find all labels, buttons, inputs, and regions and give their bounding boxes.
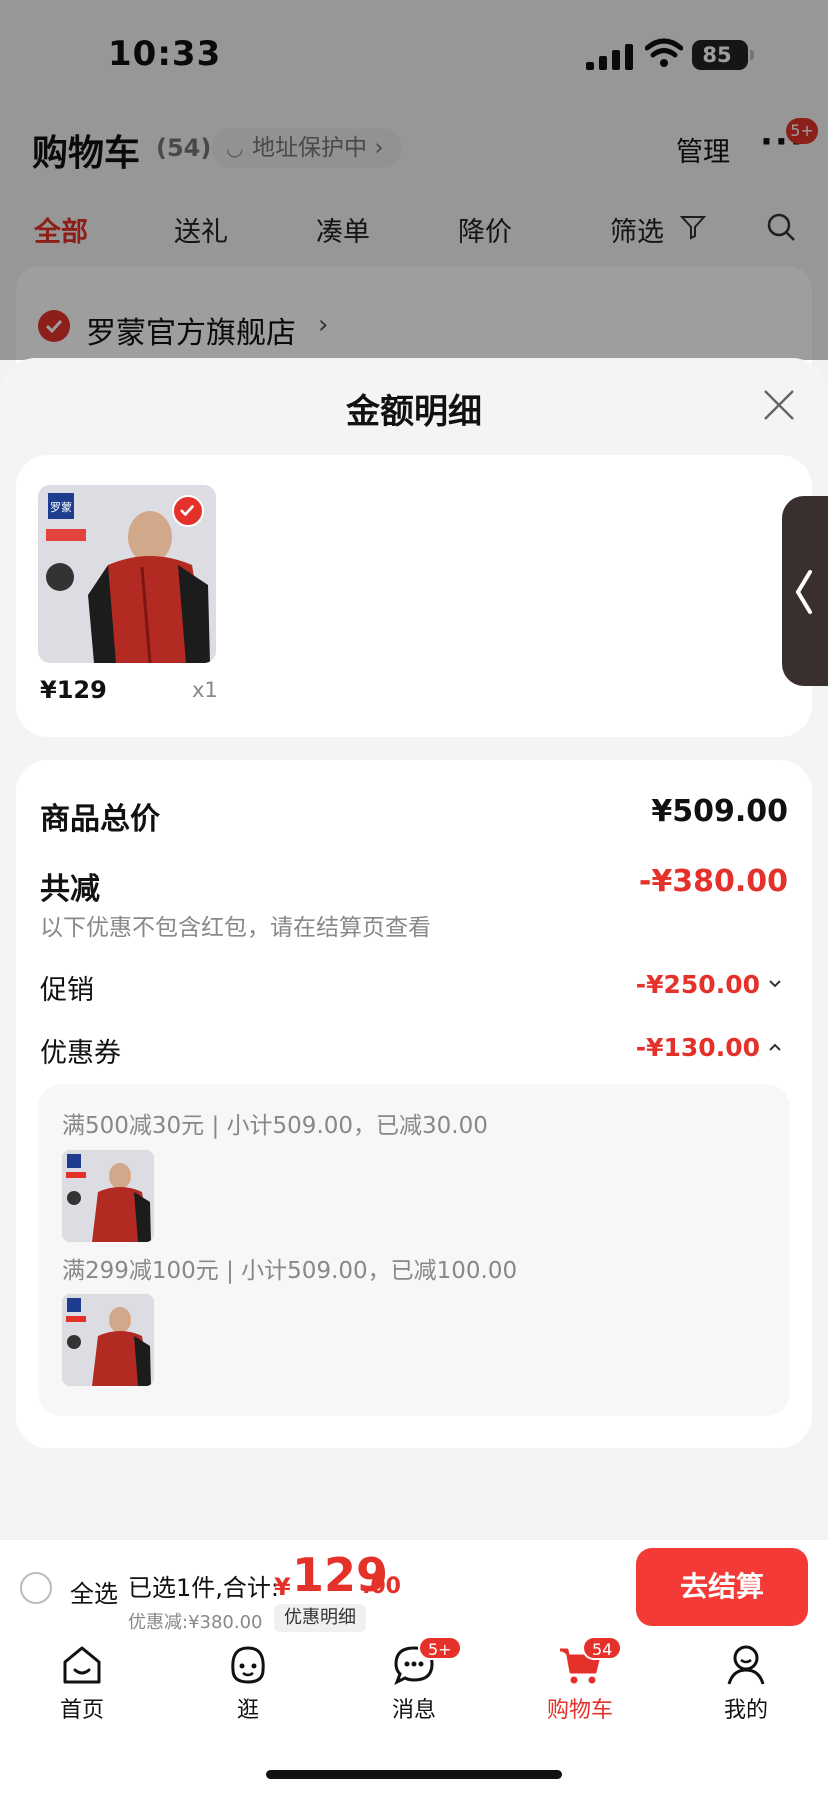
- product-price: ¥129: [40, 676, 107, 704]
- cart-badge: 54: [582, 1636, 623, 1660]
- chevron-down-icon[interactable]: [766, 975, 784, 993]
- chevron-left-icon: [795, 570, 812, 614]
- coupon-product-thumbnail[interactable]: [62, 1150, 154, 1242]
- home-icon: [63, 1646, 101, 1684]
- coupon-value[interactable]: -¥130.00: [636, 1033, 760, 1062]
- select-all-label[interactable]: 全选: [70, 1574, 118, 1609]
- total-currency: ¥: [274, 1573, 291, 1601]
- product-quantity: x1: [192, 678, 218, 702]
- coupon-rule: 满500减30元 | 小计509.00，已减30.00: [62, 1113, 488, 1139]
- home-indicator: [266, 1770, 562, 1779]
- tab-profile-label: 我的: [723, 1698, 768, 1723]
- sheet-title: 金额明细: [346, 392, 482, 432]
- discount-hint: 以下优惠不包含红包，请在结算页查看: [40, 915, 431, 941]
- tab-home-label: 首页: [59, 1698, 104, 1723]
- profile-icon: [727, 1645, 765, 1685]
- tab-discover-label: 逛: [236, 1698, 259, 1723]
- tab-cart-label: 购物车: [546, 1698, 613, 1723]
- tab-discover[interactable]: 逛: [188, 1642, 308, 1724]
- discount-detail-button[interactable]: 优惠明细: [274, 1604, 366, 1632]
- coupon-rule: 满299减100元 | 小计509.00，已减100.00: [62, 1258, 518, 1284]
- tab-home[interactable]: 首页: [22, 1642, 142, 1724]
- tab-profile[interactable]: 我的: [686, 1642, 806, 1724]
- selected-summary: 已选1件,合计:: [128, 1574, 279, 1602]
- promo-label: 促销: [40, 975, 94, 1006]
- tab-cart[interactable]: 购物车: [520, 1642, 640, 1724]
- select-all-radio[interactable]: [20, 1572, 52, 1604]
- total-value: ¥509.00: [651, 794, 788, 829]
- total-decimal: .00: [362, 1574, 401, 1599]
- promo-value[interactable]: -¥250.00: [636, 970, 760, 999]
- coupon-label: 优惠券: [40, 1038, 121, 1069]
- modal-overlay[interactable]: [0, 0, 828, 360]
- checkout-button[interactable]: 去结算: [636, 1548, 808, 1626]
- total-label: 商品总价: [40, 802, 160, 837]
- discover-icon: [231, 1646, 265, 1684]
- chevron-up-icon[interactable]: [766, 1038, 784, 1056]
- coupon-product-thumbnail[interactable]: [62, 1294, 154, 1386]
- reduce-label: 共减: [40, 872, 100, 907]
- discount-amount: 优惠减:¥380.00: [128, 1612, 263, 1633]
- tab-messages-label: 消息: [391, 1698, 436, 1723]
- messages-badge: 5+: [418, 1636, 462, 1660]
- svg-text:罗蒙: 罗蒙: [50, 501, 72, 514]
- close-icon[interactable]: [762, 388, 796, 422]
- reduce-value: -¥380.00: [638, 864, 788, 899]
- product-check-icon[interactable]: [172, 495, 204, 527]
